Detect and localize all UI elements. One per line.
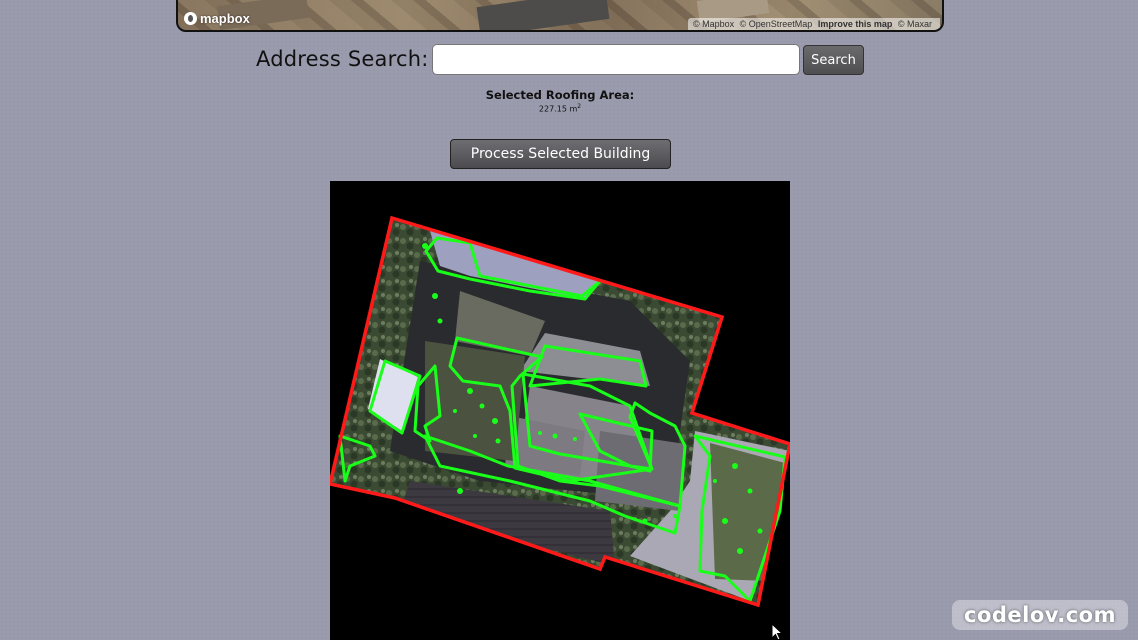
attribution-mapbox-link[interactable]: © Mapbox <box>693 19 734 29</box>
area-title: Selected Roofing Area: <box>485 88 635 102</box>
address-search-input[interactable] <box>432 44 800 75</box>
area-unit-exponent: 2 <box>577 103 582 110</box>
improve-map-link[interactable]: Improve this map <box>818 19 893 29</box>
mapbox-logo[interactable]: mapbox <box>184 11 250 26</box>
map-attribution: © Mapbox © OpenStreetMap Improve this ma… <box>687 18 940 30</box>
address-search-row: Address Search: Search <box>0 44 1138 76</box>
segmentation-result-image <box>330 181 790 640</box>
mapbox-logo-text: mapbox <box>200 11 250 26</box>
satellite-map[interactable]: mapbox © Mapbox © OpenStreetMap Improve … <box>176 0 944 32</box>
search-button[interactable]: Search <box>803 45 864 75</box>
mouse-cursor-icon <box>771 623 783 640</box>
building-lot-image <box>330 218 790 605</box>
attribution-maxar-link[interactable]: © Maxar <box>898 19 932 29</box>
mapbox-logo-icon <box>184 12 197 25</box>
process-selected-building-button[interactable]: Process Selected Building <box>450 139 671 169</box>
area-value: 227.15 m2 <box>460 103 660 114</box>
roof-segmentation-svg <box>330 215 790 608</box>
watermark: codelov.com <box>952 600 1128 630</box>
attribution-osm-link[interactable]: © OpenStreetMap <box>740 19 813 29</box>
area-number: 227.15 m <box>538 104 578 114</box>
selected-roofing-area: Selected Roofing Area: 227.15 m2 <box>460 88 660 114</box>
address-search-label: Address Search: <box>256 47 429 71</box>
